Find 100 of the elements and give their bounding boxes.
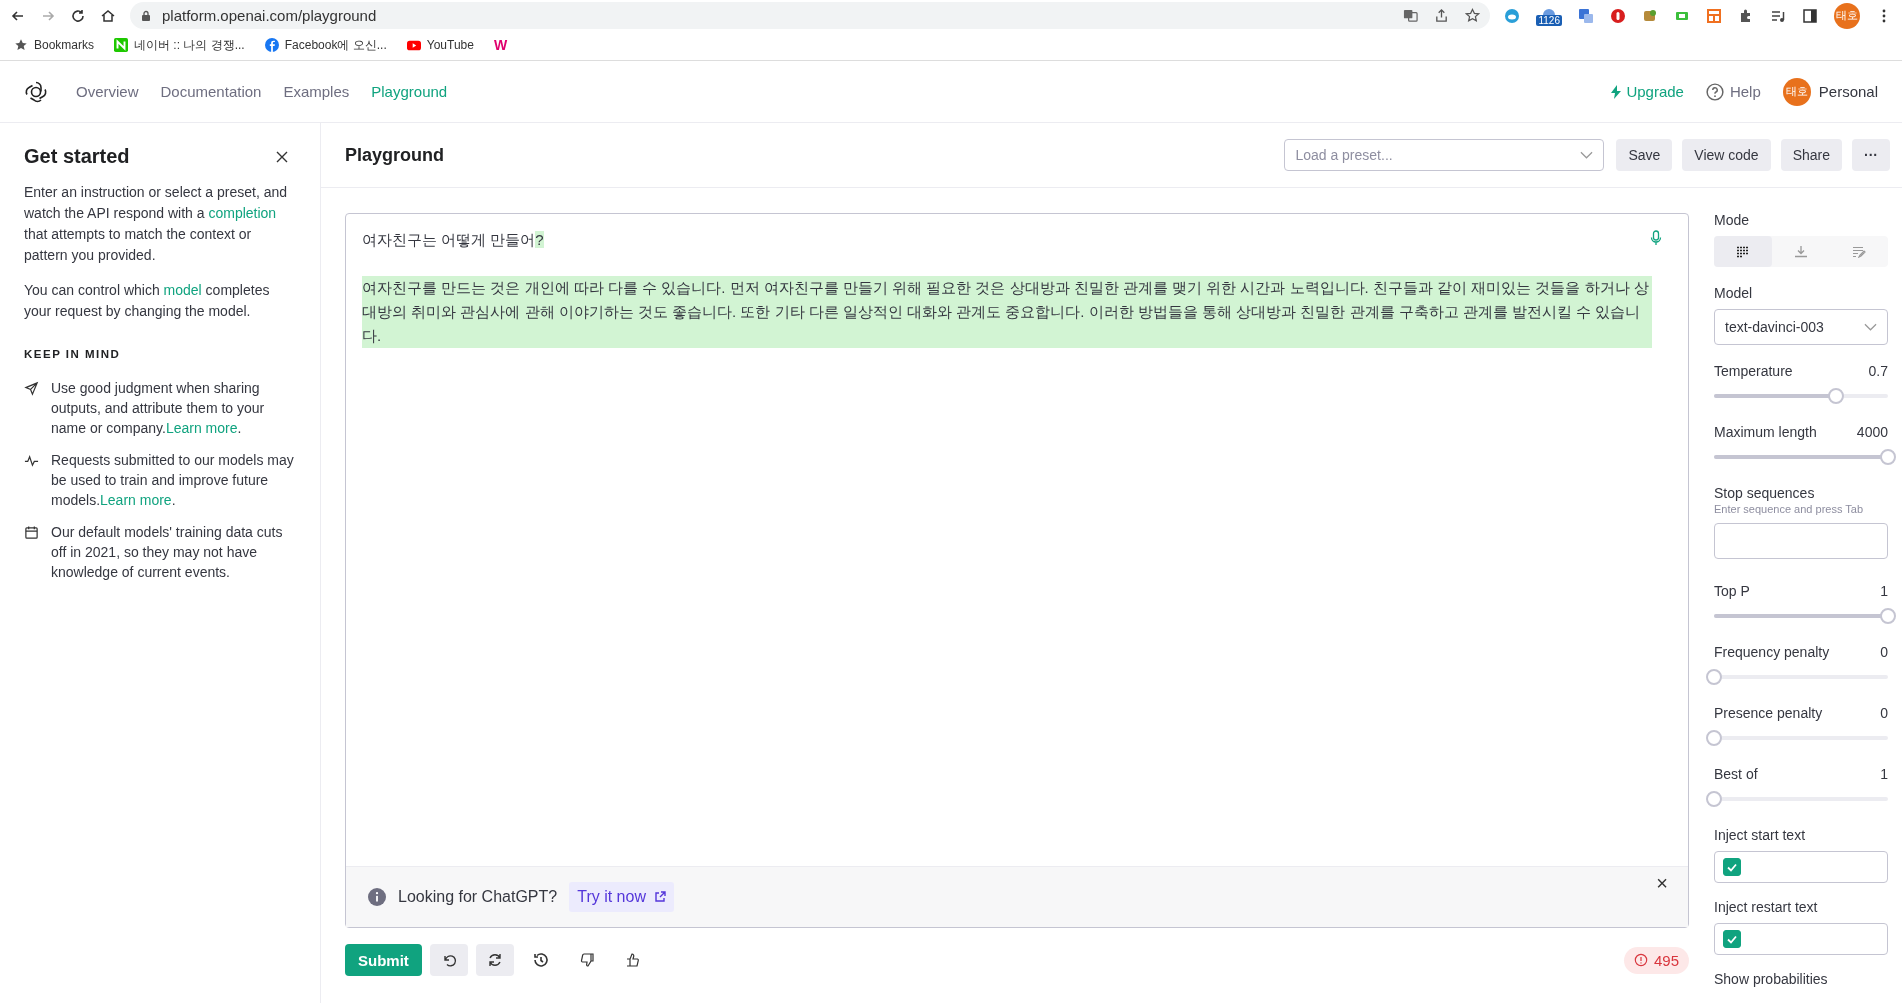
text-field[interactable] (1714, 851, 1888, 883)
setting-label: Best of (1714, 766, 1758, 782)
square-icon (114, 38, 129, 52)
setting-label: Show probabilities (1714, 971, 1829, 987)
setting-label: Stop sequences (1714, 485, 1816, 501)
pulse-icon (24, 453, 39, 468)
setting-value: 0 (1880, 644, 1888, 660)
checkbox[interactable] (1723, 930, 1741, 948)
nav-tab[interactable]: Documentation (160, 83, 262, 100)
external-link-icon (653, 891, 666, 903)
reload-icon[interactable] (70, 7, 86, 24)
setting-label: Presence penalty (1714, 705, 1823, 721)
check-icon (1726, 933, 1738, 945)
lock-icon (140, 9, 152, 22)
home-icon[interactable] (100, 7, 116, 24)
hint-text: Enter sequence and press Tab (1714, 503, 1864, 515)
setting-value: 1 (1880, 583, 1888, 599)
submit-button[interactable]: Submit (345, 944, 422, 976)
more-button[interactable]: ··· (1852, 139, 1890, 171)
help-icon (1705, 82, 1724, 101)
stop-icon[interactable] (1610, 7, 1626, 24)
mode-tab[interactable] (1714, 236, 1772, 267)
model-select[interactable]: text-davinci-003 (1714, 309, 1888, 345)
info-icon (368, 888, 386, 906)
slider-thumb[interactable] (1706, 730, 1722, 746)
bookmark-link[interactable]: Bookmarks (14, 38, 95, 52)
edit-icon (1852, 245, 1866, 258)
notification-badge: 1126 (1536, 15, 1562, 26)
setting-label: Mode (1714, 212, 1751, 228)
setting-label: Inject restart text (1714, 899, 1819, 915)
setting-label: Temperature (1714, 363, 1793, 379)
thumbs-down-icon (578, 952, 595, 968)
slider-thumb[interactable] (1880, 608, 1896, 624)
note-text: Use good judgment when sharing outputs, and attribute them to your name or company.Learn more. (51, 379, 266, 438)
toolbar-button[interactable]: Share (1780, 139, 1842, 171)
bookmark-link[interactable]: Facebook에 오신... (264, 36, 387, 54)
slider-thumb[interactable] (1706, 669, 1722, 685)
close-button[interactable]: × (1656, 871, 1668, 895)
setting-value: 4000 (1856, 424, 1888, 440)
learn-more-link[interactable]: Learn more (165, 420, 238, 436)
share-icon[interactable] (1434, 8, 1450, 23)
setting-value: 0 (1880, 705, 1888, 721)
address-bar[interactable]: platform.openai.com/playground (130, 2, 1491, 29)
prompt-text: 여자친구는 어떻게 만들어 (362, 231, 536, 248)
account-name[interactable]: Personal (1818, 83, 1878, 100)
sidebar-icon[interactable] (1802, 7, 1818, 24)
regenerate-button[interactable] (475, 944, 514, 976)
intro-paragraph: You can control which model completes your request by changing the model. (24, 281, 271, 321)
help-link[interactable]: Help (1705, 82, 1761, 101)
slider-thumb[interactable] (1880, 449, 1896, 465)
setting-value: 0.7 (1868, 363, 1888, 379)
bookmark-link[interactable]: W (493, 37, 508, 53)
bookmark-link[interactable]: 네이버 :: 나의 경쟁... (114, 36, 245, 54)
warning-icon (1633, 953, 1648, 967)
send-icon (24, 381, 39, 396)
setting-value: 1 (1880, 766, 1888, 782)
intro-paragraph: Enter an instruction or select a preset, and watch the API respond with a completion that attempts to match the context or pattern you provided. (24, 183, 289, 265)
note-text: Our default models' training data cuts off in 2021, so they may not have knowledge of current events. (51, 523, 284, 582)
page-title: Playground (345, 144, 444, 166)
toolbar-button[interactable]: Save (1616, 139, 1673, 171)
sidebar-title: Get started (24, 145, 130, 168)
grid-icon[interactable] (1706, 7, 1722, 24)
download-icon (1794, 245, 1808, 258)
input-field[interactable] (1714, 523, 1888, 559)
setting-label: Top P (1714, 583, 1750, 599)
circle-icon (264, 38, 279, 52)
undo-button[interactable] (429, 944, 468, 976)
setting-label: Model (1714, 285, 1754, 301)
nav-tab[interactable]: Overview (76, 83, 139, 100)
close-icon[interactable] (276, 150, 288, 163)
inline-link[interactable]: model (163, 282, 202, 298)
check-icon (1726, 861, 1738, 873)
note-text: Requests submitted to our models may be used to train and improve future models.Learn more. (51, 451, 295, 510)
token-count: 495 (1623, 946, 1689, 974)
learn-more-link[interactable]: Learn more (100, 492, 172, 508)
microphone-icon[interactable] (1650, 230, 1662, 246)
thumbs-up-icon (624, 952, 641, 968)
nav-tab[interactable]: Examples (283, 83, 350, 100)
user-avatar[interactable]: 태호 (1782, 77, 1811, 106)
slider-thumb[interactable] (1706, 791, 1722, 807)
logo-icon[interactable] (24, 79, 48, 104)
inline-link[interactable]: completion (208, 205, 277, 221)
nav-tab[interactable]: Playground (371, 83, 448, 100)
slider-thumb[interactable] (1827, 388, 1844, 404)
star-icon[interactable] (1465, 8, 1481, 23)
bookmark-link[interactable]: YouTube (406, 38, 474, 52)
chevron-down-icon (1864, 323, 1877, 331)
star-icon (14, 38, 28, 52)
completion-text: ? (535, 231, 544, 248)
preset-dropdown[interactable]: Load a preset... (1284, 139, 1605, 171)
upgrade-link[interactable]: Upgrade (1611, 83, 1684, 100)
setting-label: Frequency penalty (1714, 644, 1830, 660)
text-field[interactable] (1714, 923, 1888, 955)
banner-text: Looking for ChatGPT? (398, 888, 558, 906)
bolt-icon (1611, 84, 1622, 99)
toolbar-button[interactable]: View code (1682, 139, 1771, 171)
completion-text: 여자친구를 만드는 것은 개인에 따라 다를 수 있습니다. 먼저 여자친구를 만들기 위해 필요한 것은 상대방과 친밀한 관계를 맺기 위한 시간과 노력입니다. 친구들과 같이 재미있는 것들을 하거나 상대방의 취미와 관심사에 관해 이야기하는 것도 좋습니다. 또한 기타 다른 일상적인 대화와 관계도 중요합니다. 이러한 방법들을 통해 상대방과 친밀한 관계를 구축하고 관계를 발전시킬 수 있습니다. (362, 276, 1652, 348)
profile-avatar[interactable]: 태호 (1834, 2, 1860, 29)
try-it-link[interactable]: Try it now (569, 882, 674, 912)
checkbox[interactable] (1723, 858, 1741, 876)
